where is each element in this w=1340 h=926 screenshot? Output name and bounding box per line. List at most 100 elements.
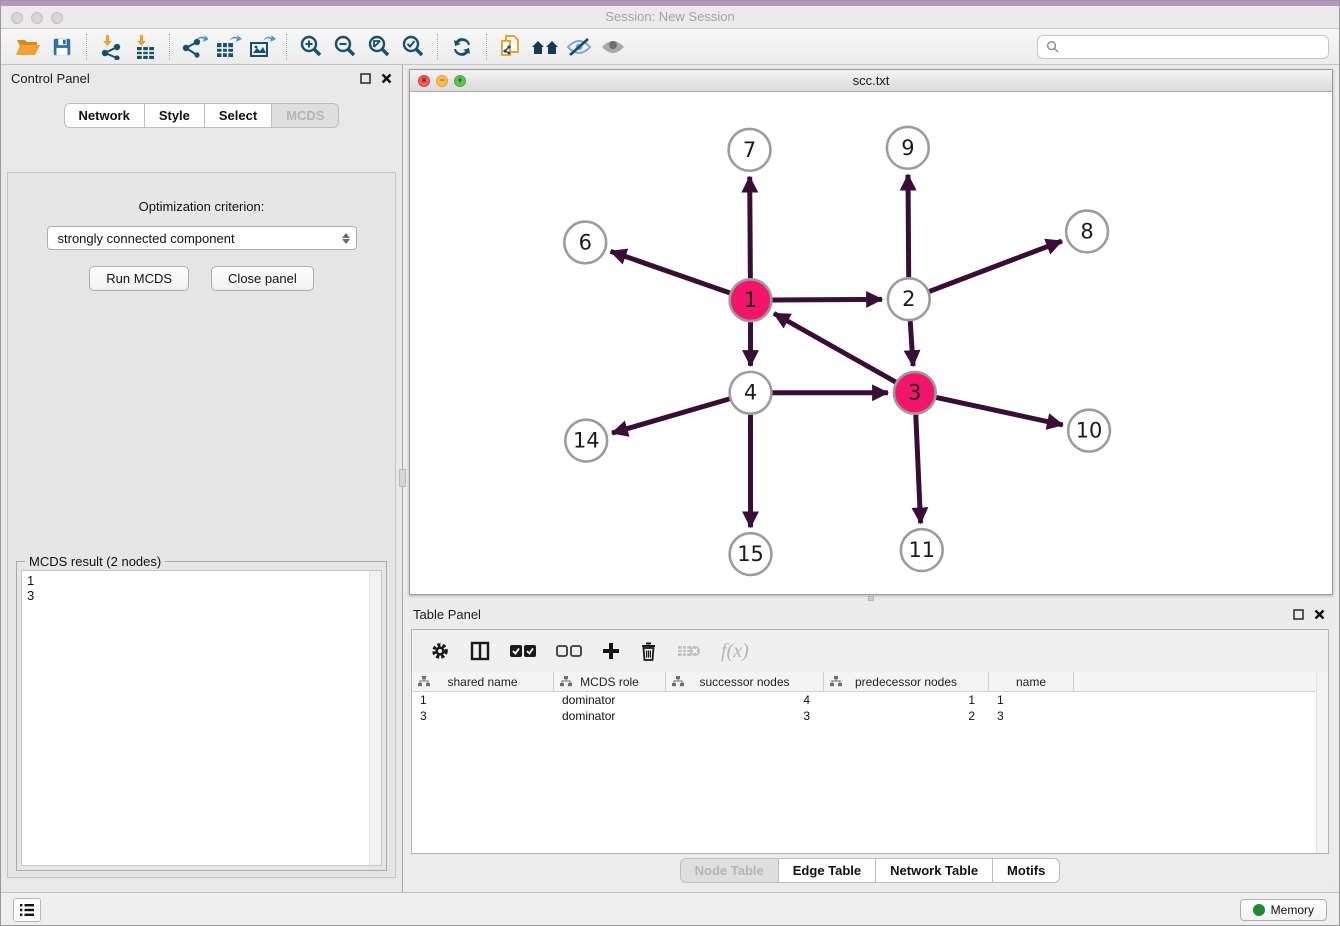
- mcds-result-text[interactable]: 1 3: [21, 570, 382, 866]
- import-network-button[interactable]: [94, 32, 128, 62]
- close-panel-button[interactable]: [381, 73, 392, 84]
- graph-edge-4-14[interactable]: [612, 399, 729, 433]
- graph-edge-1-2[interactable]: [772, 299, 882, 300]
- table-cell[interactable]: 3: [666, 708, 824, 724]
- table-cell[interactable]: 4: [666, 692, 824, 708]
- table-cell[interactable]: 1: [412, 692, 554, 708]
- settings-gear-button[interactable]: [430, 641, 450, 661]
- split-view-button[interactable]: [470, 641, 490, 661]
- graph-edge-2-9[interactable]: [908, 175, 909, 278]
- table-scrollbar[interactable]: [1316, 672, 1328, 853]
- table-cell[interactable]: 3: [412, 708, 554, 724]
- close-table-panel-button[interactable]: [1314, 609, 1325, 620]
- export-image-button[interactable]: [245, 32, 279, 62]
- hide-selected-button[interactable]: [562, 32, 596, 62]
- zoom-out-button[interactable]: [328, 32, 362, 62]
- network-window-titlebar[interactable]: × − + scc.txt: [410, 70, 1332, 92]
- tab-edge-table[interactable]: Edge Table: [779, 858, 876, 883]
- graph-node-9[interactable]: 9: [887, 127, 929, 169]
- optimization-criterion-select[interactable]: strongly connected component: [47, 226, 357, 250]
- table-cell[interactable]: dominator: [554, 708, 666, 724]
- open-session-button[interactable]: [11, 32, 45, 62]
- tab-network-table[interactable]: Network Table: [876, 858, 993, 883]
- import-table-button[interactable]: [128, 32, 162, 62]
- window-title: Session: New Session: [1, 9, 1339, 24]
- new-network-documents-icon: [498, 34, 524, 60]
- refresh-view-button[interactable]: [445, 32, 479, 62]
- task-history-button[interactable]: [13, 898, 41, 922]
- graph-edge-3-11[interactable]: [916, 415, 921, 524]
- function-builder-button[interactable]: f(x): [721, 640, 749, 663]
- run-mcds-button[interactable]: Run MCDS: [89, 266, 189, 291]
- export-network-button[interactable]: [177, 32, 211, 62]
- app-window: Session: New Session: [0, 0, 1340, 926]
- node-table[interactable]: shared nameMCDS rolesuccessor nodesprede…: [412, 672, 1316, 853]
- main-toolbar: [1, 29, 1339, 65]
- column-header-predecessor-nodes[interactable]: predecessor nodes: [824, 672, 989, 691]
- tab-mcds[interactable]: MCDS: [272, 103, 339, 128]
- table-toolbar: f(x): [412, 630, 1328, 672]
- tab-style[interactable]: Style: [145, 103, 205, 128]
- table-cell[interactable]: 1: [824, 692, 989, 708]
- tab-network[interactable]: Network: [64, 103, 145, 128]
- search-input[interactable]: [1064, 40, 1320, 54]
- export-table-button[interactable]: [211, 32, 245, 62]
- column-header-name[interactable]: name: [989, 672, 1074, 691]
- close-panel-button[interactable]: Close panel: [211, 266, 314, 291]
- memory-button[interactable]: Memory: [1240, 899, 1327, 921]
- import-table-icon: [132, 34, 158, 60]
- graph-edge-2-3[interactable]: [910, 321, 913, 366]
- graph-node-6[interactable]: 6: [564, 222, 606, 264]
- delete-column-button[interactable]: [640, 641, 657, 661]
- table-row[interactable]: 3dominator323: [412, 708, 1316, 724]
- graph-node-15[interactable]: 15: [730, 533, 772, 575]
- houses-icon: [530, 35, 560, 59]
- select-all-button[interactable]: [510, 644, 536, 658]
- attribute-tree-icon: [560, 676, 572, 687]
- network-canvas[interactable]: 7 9 6 8 1 2 4 3 14 10 15 11: [410, 92, 1332, 594]
- graph-node-4[interactable]: 4: [730, 372, 772, 414]
- zoom-in-button[interactable]: [294, 32, 328, 62]
- mcds-panel: Optimization criterion: strongly connect…: [7, 172, 396, 878]
- tab-motifs[interactable]: Motifs: [993, 858, 1060, 883]
- search-field[interactable]: [1037, 35, 1329, 59]
- graph-edge-2-8[interactable]: [929, 241, 1062, 291]
- zoom-fit-button[interactable]: [362, 32, 396, 62]
- graph-node-14[interactable]: 14: [565, 420, 607, 462]
- titlebar-accent: [1, 1, 1339, 6]
- table-cell[interactable]: 1: [989, 692, 1074, 708]
- graph-node-8[interactable]: 8: [1066, 211, 1108, 253]
- column-header-successor-nodes[interactable]: successor nodes: [666, 672, 824, 691]
- first-neighbors-button[interactable]: [528, 32, 562, 62]
- float-table-panel-button[interactable]: [1293, 609, 1304, 620]
- graph-node-1[interactable]: 1: [730, 279, 772, 321]
- new-network-from-selection-button[interactable]: [494, 32, 528, 62]
- graph-edge-1-7[interactable]: [750, 177, 751, 279]
- graph-node-7[interactable]: 7: [729, 129, 771, 171]
- graph-edge-1-6[interactable]: [611, 251, 730, 293]
- save-session-button[interactable]: [45, 32, 79, 62]
- graph-node-10[interactable]: 10: [1068, 410, 1110, 452]
- zoom-selected-button[interactable]: [396, 32, 430, 62]
- graph-node-2[interactable]: 2: [888, 278, 930, 320]
- float-panel-button[interactable]: [360, 73, 371, 84]
- table-row[interactable]: 1dominator411: [412, 692, 1316, 708]
- graph-node-11[interactable]: 11: [901, 529, 943, 571]
- destroy-table-button[interactable]: [677, 643, 701, 659]
- add-column-button[interactable]: [602, 642, 620, 660]
- attribute-tree-icon: [672, 676, 684, 687]
- graph-edge-3-10[interactable]: [936, 397, 1063, 424]
- deselect-all-button[interactable]: [556, 644, 582, 658]
- table-cell[interactable]: 2: [824, 708, 989, 724]
- graph-edge-3-1[interactable]: [774, 313, 896, 382]
- table-cell[interactable]: 3: [989, 708, 1074, 724]
- vertical-splitter-handle[interactable]: [399, 469, 406, 487]
- show-all-button[interactable]: [596, 32, 630, 62]
- graph-node-3[interactable]: 3: [894, 372, 936, 414]
- column-header-shared-name[interactable]: shared name: [412, 672, 554, 691]
- column-header-MCDS-role[interactable]: MCDS role: [554, 672, 666, 691]
- tab-select[interactable]: Select: [205, 103, 272, 128]
- table-cell[interactable]: dominator: [554, 692, 666, 708]
- splitter-grip[interactable]: [868, 596, 874, 601]
- tab-node-table[interactable]: Node Table: [680, 858, 779, 883]
